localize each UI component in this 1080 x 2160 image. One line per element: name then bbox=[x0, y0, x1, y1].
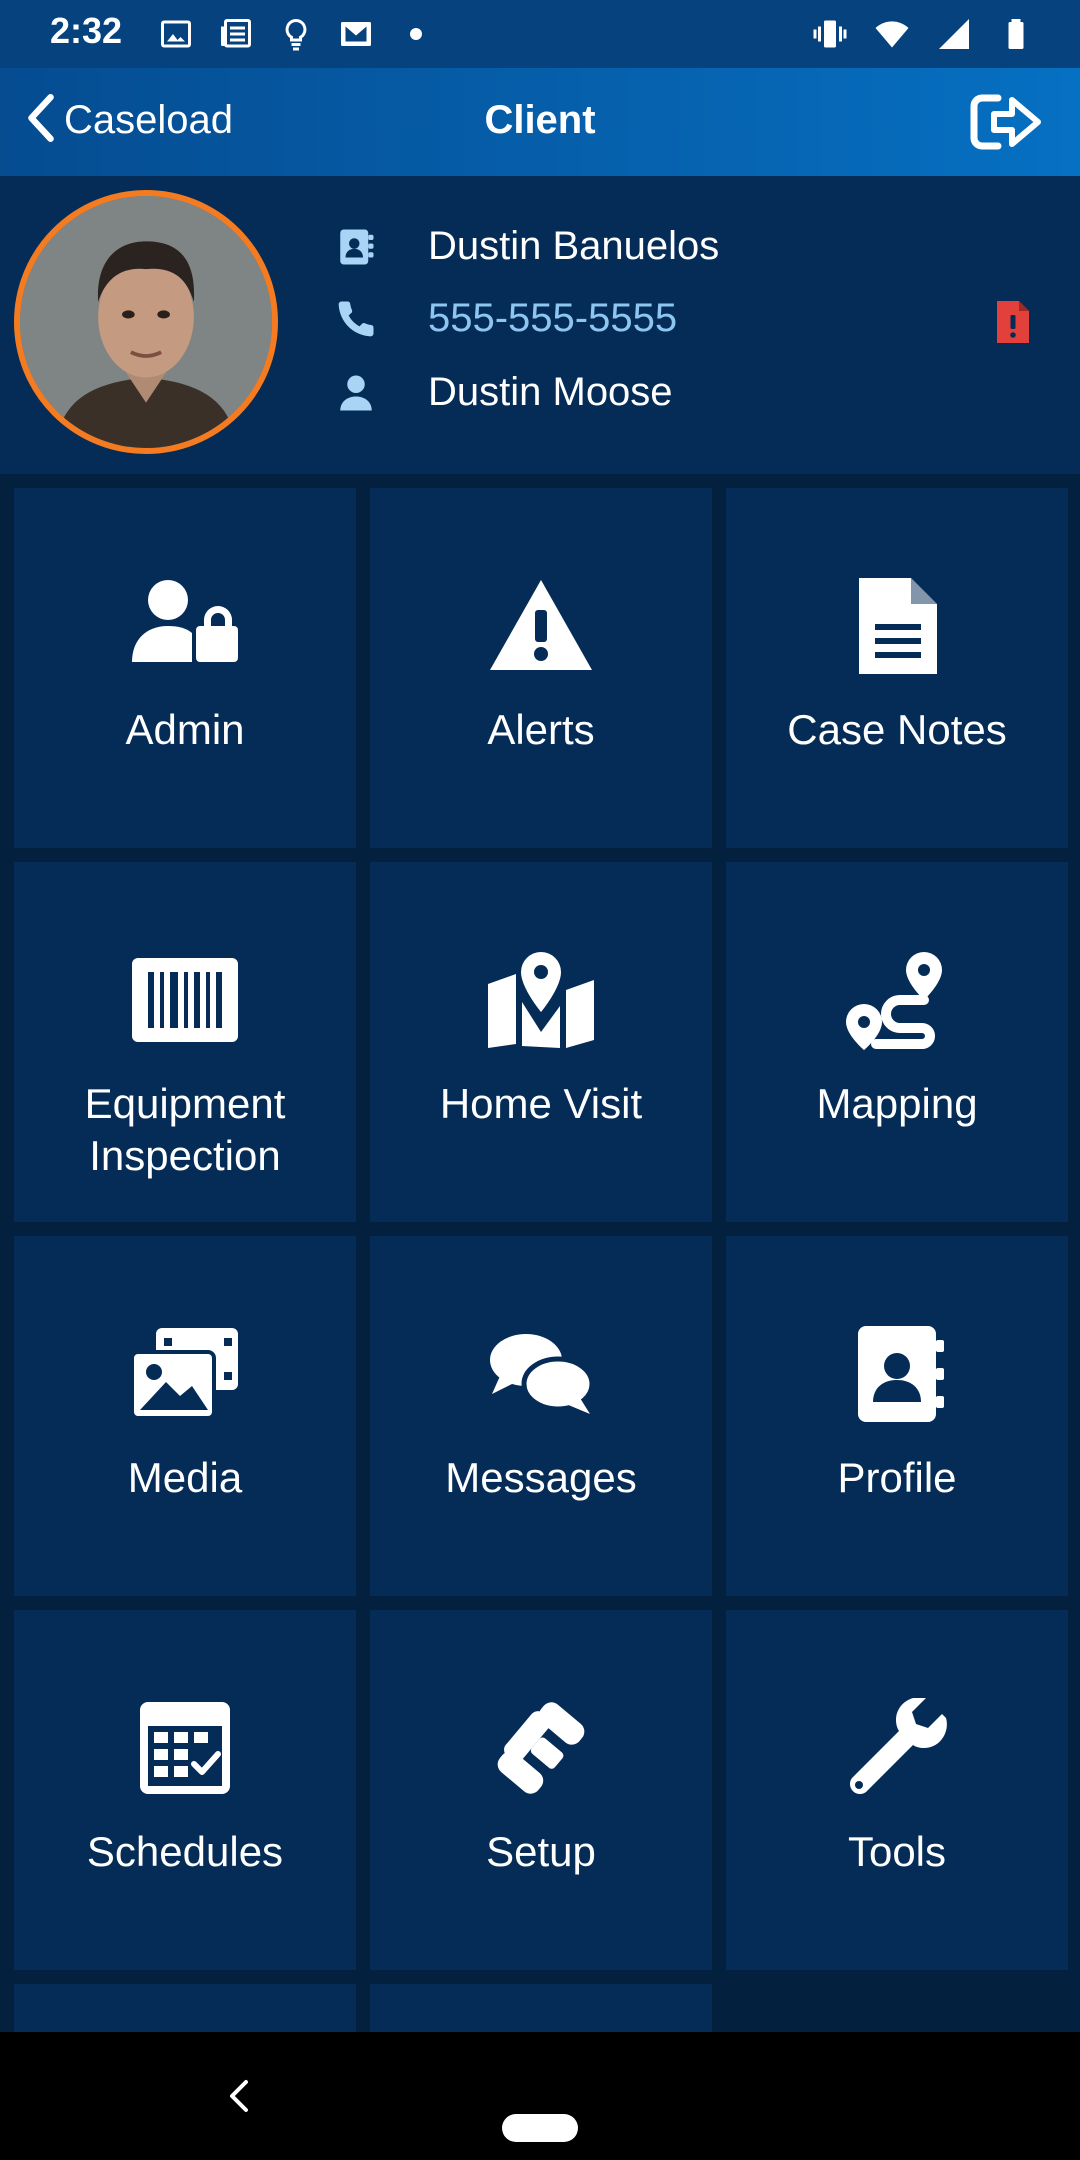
tile-partial[interactable] bbox=[370, 1984, 712, 2032]
logout-icon bbox=[968, 94, 1044, 158]
map-marker-icon bbox=[486, 950, 596, 1050]
tile-label: Home Visit bbox=[439, 1080, 643, 1127]
tile-case-notes[interactable]: Case Notes bbox=[726, 488, 1068, 848]
logout-button[interactable] bbox=[968, 90, 1044, 154]
page-title: Client bbox=[484, 98, 596, 142]
tile-label: Media bbox=[127, 1454, 243, 1501]
tile-label: Setup bbox=[486, 1828, 596, 1875]
tile-schedules[interactable]: Schedules bbox=[14, 1610, 356, 1970]
mail-icon bbox=[336, 14, 376, 54]
tile-profile[interactable]: Profile bbox=[726, 1236, 1068, 1596]
tile-label: Mapping bbox=[816, 1080, 978, 1127]
vibrate-icon bbox=[810, 14, 850, 54]
phone-icon bbox=[334, 297, 378, 341]
warning-icon bbox=[486, 576, 596, 676]
tile-label: Admin bbox=[125, 706, 245, 753]
tile-mapping[interactable]: Mapping bbox=[726, 862, 1068, 1222]
document-icon bbox=[842, 576, 952, 676]
officer-name: Dustin Moose bbox=[428, 370, 673, 414]
tile-tools[interactable]: Tools bbox=[726, 1610, 1068, 1970]
app-bar: Caseload Client bbox=[0, 68, 1080, 176]
client-avatar[interactable] bbox=[14, 190, 278, 454]
tile-label: Equipment Inspection bbox=[84, 1080, 286, 1179]
tile-label: Messages bbox=[445, 1454, 637, 1501]
tile-label: Alerts bbox=[487, 706, 595, 753]
user-lock-icon bbox=[130, 576, 240, 676]
tile-setup[interactable]: Setup bbox=[370, 1610, 712, 1970]
images-icon bbox=[130, 1324, 240, 1424]
status-bar: 2:32 bbox=[0, 0, 1080, 68]
client-name: Dustin Banuelos bbox=[428, 224, 720, 268]
tile-home-visit[interactable]: Home Visit bbox=[370, 862, 712, 1222]
tile-label: Schedules bbox=[86, 1828, 284, 1875]
tile-partial[interactable] bbox=[14, 1984, 356, 2032]
dot-icon bbox=[396, 14, 436, 54]
battery-icon bbox=[996, 14, 1036, 54]
client-phone-link[interactable]: 555-555-5555 bbox=[428, 296, 677, 341]
news-icon bbox=[216, 14, 256, 54]
tile-messages[interactable]: Messages bbox=[370, 1236, 712, 1596]
tile-label: Case Notes bbox=[787, 706, 1007, 753]
tile-equipment-inspection[interactable]: Equipment Inspection bbox=[14, 862, 356, 1222]
tile-label: Profile bbox=[837, 1454, 957, 1501]
tile-label: Tools bbox=[847, 1828, 947, 1875]
contact-card-icon bbox=[842, 1324, 952, 1424]
image-icon bbox=[156, 14, 196, 54]
phone-setup-icon bbox=[486, 1698, 596, 1798]
user-icon bbox=[334, 371, 378, 415]
calendar-check-icon bbox=[130, 1698, 240, 1798]
nav-home-pill[interactable] bbox=[502, 2114, 578, 2142]
wifi-icon bbox=[872, 14, 912, 54]
tile-media[interactable]: Media bbox=[14, 1236, 356, 1596]
client-photo bbox=[20, 196, 272, 448]
chat-icon bbox=[486, 1324, 596, 1424]
client-header: Dustin Banuelos 555-555-5555 Dustin Moos… bbox=[0, 176, 1080, 474]
contact-card-icon bbox=[334, 225, 378, 269]
lightbulb-icon bbox=[276, 14, 316, 54]
nav-back-icon[interactable] bbox=[222, 2076, 256, 2116]
system-nav-bar bbox=[0, 2032, 1080, 2160]
wrench-icon bbox=[842, 1698, 952, 1798]
tile-admin[interactable]: Admin bbox=[14, 488, 356, 848]
alert-document-icon[interactable] bbox=[994, 298, 1032, 346]
status-time: 2:32 bbox=[50, 10, 123, 51]
route-icon bbox=[842, 950, 952, 1050]
signal-icon bbox=[934, 14, 974, 54]
tile-alerts[interactable]: Alerts bbox=[370, 488, 712, 848]
barcode-icon bbox=[130, 950, 240, 1050]
